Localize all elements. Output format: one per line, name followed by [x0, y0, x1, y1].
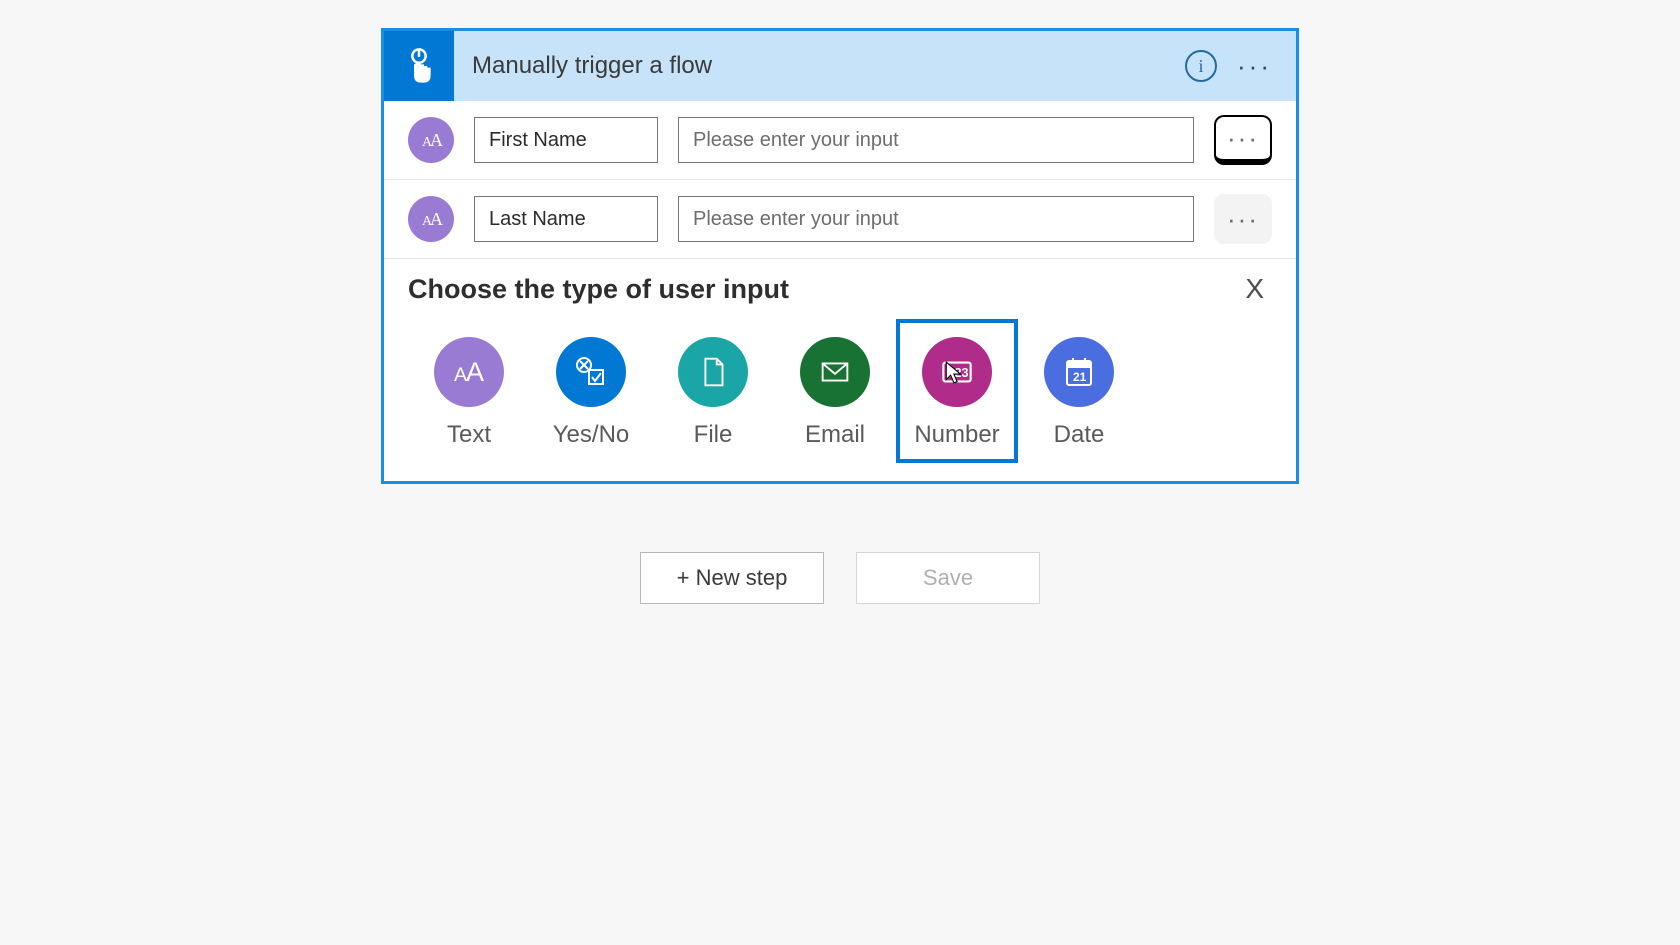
input-value-field[interactable]	[678, 196, 1194, 242]
input-type-yesno[interactable]: Yes/No	[530, 319, 652, 463]
svg-text:A: A	[430, 130, 443, 150]
input-type-number[interactable]: 123 Number	[896, 319, 1018, 463]
svg-text:A: A	[430, 209, 443, 229]
trigger-logo	[384, 31, 454, 101]
input-row-first-name: AA First Name ···	[384, 101, 1296, 180]
text-type-icon: AA	[434, 337, 504, 407]
type-label: Email	[805, 421, 865, 449]
trigger-header: Manually trigger a flow i ···	[384, 31, 1296, 101]
trigger-menu-button[interactable]: ···	[1235, 49, 1274, 83]
input-value-field[interactable]	[678, 117, 1194, 163]
type-label: Text	[447, 421, 491, 449]
input-name-label: Last Name	[489, 208, 586, 231]
input-name-field[interactable]: Last Name	[474, 196, 658, 242]
file-type-icon	[678, 337, 748, 407]
manual-trigger-icon	[399, 46, 439, 86]
save-button[interactable]: Save	[856, 552, 1040, 604]
type-label: Date	[1054, 421, 1105, 449]
input-row-menu-button[interactable]: ···	[1214, 115, 1272, 165]
svg-text:21: 21	[1073, 370, 1087, 384]
trigger-title: Manually trigger a flow	[454, 52, 1185, 80]
yesno-type-icon	[556, 337, 626, 407]
choose-input-type-panel: Choose the type of user input X AA Text	[384, 259, 1296, 481]
new-step-button[interactable]: + New step	[640, 552, 824, 604]
svg-text:123: 123	[948, 366, 969, 380]
flow-action-buttons: + New step Save	[640, 552, 1040, 604]
info-icon[interactable]: i	[1185, 50, 1217, 82]
choose-title: Choose the type of user input	[408, 274, 789, 305]
input-type-file[interactable]: File	[652, 319, 774, 463]
date-type-icon: 21	[1044, 337, 1114, 407]
type-label: Yes/No	[553, 421, 630, 449]
type-label: Number	[914, 421, 999, 449]
input-row-menu-button[interactable]: ···	[1214, 194, 1272, 244]
svg-text:A: A	[466, 357, 484, 387]
number-type-icon: 123	[922, 337, 992, 407]
email-type-icon	[800, 337, 870, 407]
type-label: File	[694, 421, 733, 449]
text-icon: AA	[408, 117, 454, 163]
close-icon[interactable]: X	[1237, 273, 1272, 305]
input-type-text[interactable]: AA Text	[408, 319, 530, 463]
input-row-last-name: AA Last Name ···	[384, 180, 1296, 259]
trigger-card: Manually trigger a flow i ··· AA First N…	[381, 28, 1299, 484]
text-icon: AA	[408, 196, 454, 242]
input-name-field[interactable]: First Name	[474, 117, 658, 163]
input-type-date[interactable]: 21 Date	[1018, 319, 1140, 463]
input-type-email[interactable]: Email	[774, 319, 896, 463]
input-name-label: First Name	[489, 129, 587, 152]
